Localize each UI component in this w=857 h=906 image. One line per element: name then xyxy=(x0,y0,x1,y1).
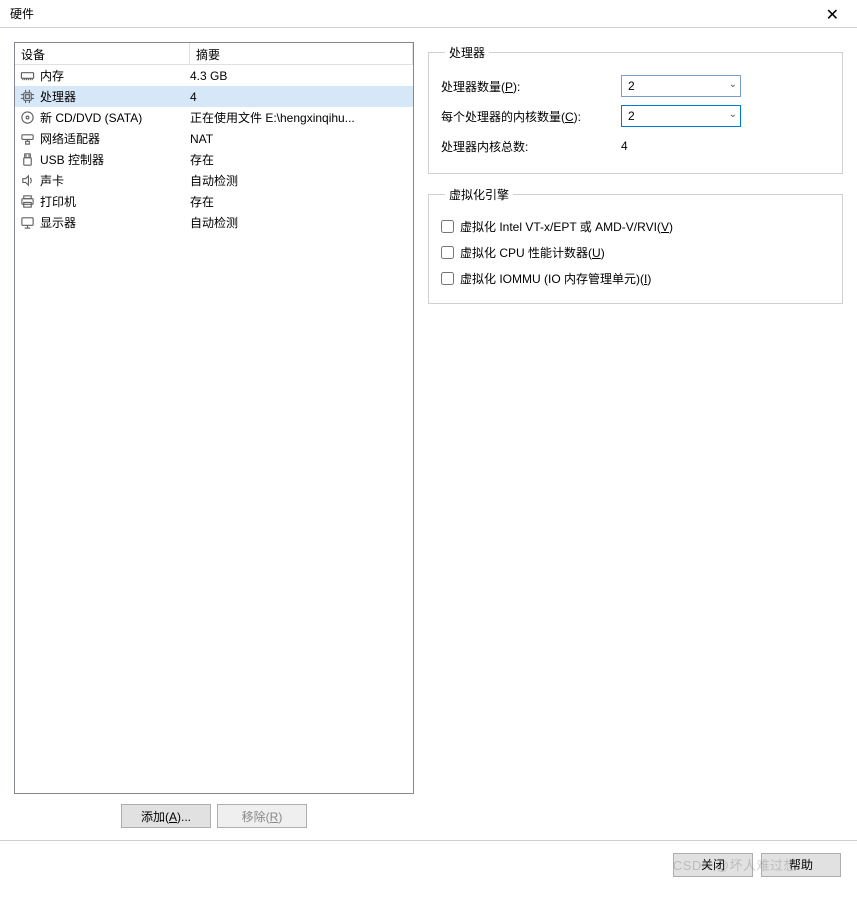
vt-checkbox-row: 虚拟化 Intel VT-x/EPT 或 AMD-V/RVI(V) xyxy=(441,213,830,239)
device-label: 处理器 xyxy=(40,88,190,105)
add-button[interactable]: 添加(A)... xyxy=(121,804,211,828)
device-summary: 正在使用文件 E:\hengxinqihu... xyxy=(190,109,409,126)
processor-count-row: 处理器数量(P): ⌄ xyxy=(441,71,830,101)
device-summary: 存在 xyxy=(190,193,409,210)
device-summary: 存在 xyxy=(190,151,409,168)
perf-checkbox-row: 虚拟化 CPU 性能计数器(U) xyxy=(441,239,830,265)
device-label: USB 控制器 xyxy=(40,151,190,168)
window-title: 硬件 xyxy=(10,5,34,22)
disc-icon xyxy=(19,110,35,126)
device-row-network[interactable]: 网络适配器NAT xyxy=(15,128,413,149)
perf-checkbox[interactable] xyxy=(441,246,454,259)
device-list-header: 设备 摘要 xyxy=(15,43,413,65)
title-bar: 硬件 ✕ xyxy=(0,0,857,28)
total-cores-value: 4 xyxy=(621,139,628,153)
content-area: 设备 摘要 内存4.3 GB处理器4新 CD/DVD (SATA)正在使用文件 … xyxy=(0,28,857,840)
device-row-display[interactable]: 显示器自动检测 xyxy=(15,212,413,233)
device-label: 内存 xyxy=(40,67,190,84)
footer-bar: CSDN @坏人难过想 关闭 帮助 xyxy=(0,840,857,888)
sound-icon xyxy=(19,173,35,189)
help-button[interactable]: 帮助 xyxy=(761,853,841,877)
vt-label[interactable]: 虚拟化 Intel VT-x/EPT 或 AMD-V/RVI(V) xyxy=(460,218,673,235)
device-summary: 4.3 GB xyxy=(190,69,409,83)
cpu-icon xyxy=(19,89,35,105)
processor-group: 处理器 处理器数量(P): ⌄ 每个处理器的内核数量(C): ⌄ 处理器内核总数… xyxy=(428,44,843,174)
printer-icon xyxy=(19,194,35,210)
processor-count-input[interactable] xyxy=(621,75,741,97)
device-label: 打印机 xyxy=(40,193,190,210)
device-label: 网络适配器 xyxy=(40,130,190,147)
device-row-memory[interactable]: 内存4.3 GB xyxy=(15,65,413,86)
network-icon xyxy=(19,131,35,147)
iommu-label[interactable]: 虚拟化 IOMMU (IO 内存管理单元)(I) xyxy=(460,270,651,287)
device-summary: 自动检测 xyxy=(190,172,409,189)
usb-icon xyxy=(19,152,35,168)
left-pane: 设备 摘要 内存4.3 GB处理器4新 CD/DVD (SATA)正在使用文件 … xyxy=(14,42,414,828)
display-icon xyxy=(19,215,35,231)
cores-per-processor-input[interactable] xyxy=(621,105,741,127)
device-row-usb[interactable]: USB 控制器存在 xyxy=(15,149,413,170)
device-row-disc[interactable]: 新 CD/DVD (SATA)正在使用文件 E:\hengxinqihu... xyxy=(15,107,413,128)
processor-count-combo[interactable]: ⌄ xyxy=(621,75,741,97)
iommu-checkbox-row: 虚拟化 IOMMU (IO 内存管理单元)(I) xyxy=(441,265,830,291)
processor-count-label: 处理器数量(P): xyxy=(441,78,621,95)
device-summary: 4 xyxy=(190,90,409,104)
virtualization-group: 虚拟化引擎 虚拟化 Intel VT-x/EPT 或 AMD-V/RVI(V) … xyxy=(428,186,843,304)
remove-button: 移除(R) xyxy=(217,804,307,828)
cores-per-processor-row: 每个处理器的内核数量(C): ⌄ xyxy=(441,101,830,131)
total-cores-row: 处理器内核总数: 4 xyxy=(441,131,830,161)
iommu-checkbox[interactable] xyxy=(441,272,454,285)
cores-per-processor-label: 每个处理器的内核数量(C): xyxy=(441,108,621,125)
device-buttons: 添加(A)... 移除(R) xyxy=(14,804,414,828)
device-summary: NAT xyxy=(190,132,409,146)
device-list: 设备 摘要 内存4.3 GB处理器4新 CD/DVD (SATA)正在使用文件 … xyxy=(14,42,414,794)
memory-icon xyxy=(19,68,35,84)
cores-per-processor-combo[interactable]: ⌄ xyxy=(621,105,741,127)
device-label: 显示器 xyxy=(40,214,190,231)
virtualization-legend: 虚拟化引擎 xyxy=(445,186,513,203)
device-label: 声卡 xyxy=(40,172,190,189)
right-pane: 处理器 处理器数量(P): ⌄ 每个处理器的内核数量(C): ⌄ 处理器内核总数… xyxy=(428,42,843,828)
header-device[interactable]: 设备 xyxy=(15,43,190,65)
device-label: 新 CD/DVD (SATA) xyxy=(40,109,190,126)
perf-label[interactable]: 虚拟化 CPU 性能计数器(U) xyxy=(460,244,605,261)
processor-legend: 处理器 xyxy=(445,44,489,61)
close-button[interactable]: 关闭 xyxy=(673,853,753,877)
device-row-sound[interactable]: 声卡自动检测 xyxy=(15,170,413,191)
close-icon[interactable]: ✕ xyxy=(818,3,847,27)
device-summary: 自动检测 xyxy=(190,214,409,231)
device-row-cpu[interactable]: 处理器4 xyxy=(15,86,413,107)
total-cores-label: 处理器内核总数: xyxy=(441,138,621,155)
header-summary[interactable]: 摘要 xyxy=(190,43,413,65)
device-row-printer[interactable]: 打印机存在 xyxy=(15,191,413,212)
vt-checkbox[interactable] xyxy=(441,220,454,233)
